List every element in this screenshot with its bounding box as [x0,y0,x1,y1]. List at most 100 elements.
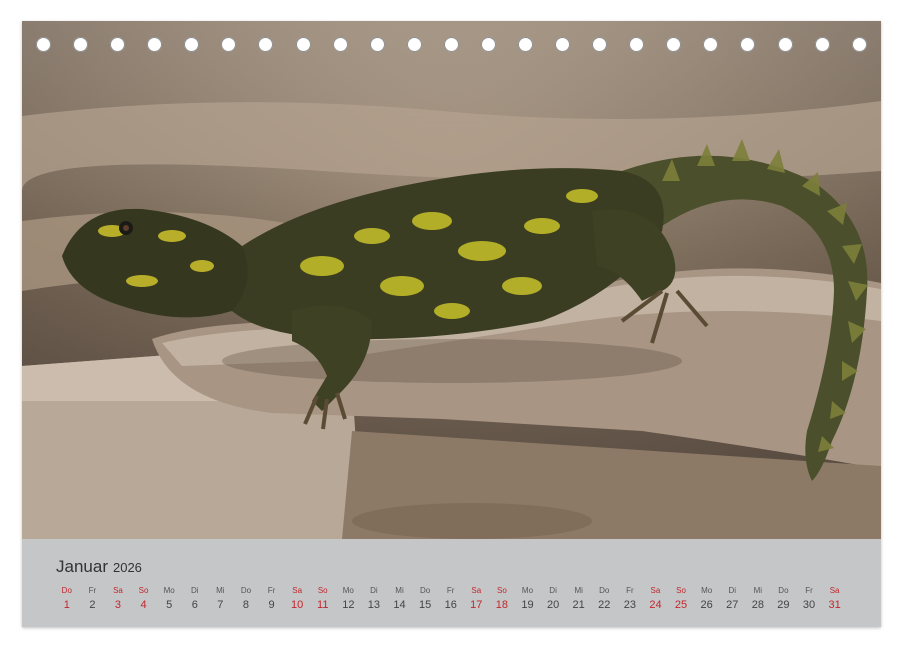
binding-hole [258,37,274,52]
weekday-label: Do [599,586,610,595]
binding-hole [221,37,237,52]
day-cell: Mi 7 [208,585,234,613]
day-row: Do 1 Fr 2 Sa 3 So 4 Mo 5 Di 6 Mi 7 Do 8 Fr 9 Sa 10 So 11 Mo 12 D… [54,585,854,613]
day-number: 15 [418,599,432,611]
day-number: 24 [649,599,662,611]
day-number: 11 [317,599,329,611]
weekday-label: Di [370,586,378,595]
day-number: 23 [623,599,636,611]
weekday-label: Sa [292,586,303,595]
weekday-label: Di [190,586,199,595]
day-number: 17 [470,599,483,611]
day-cell: Do 1 [54,585,80,613]
binding-hole [147,37,163,52]
day-number: 10 [291,599,304,611]
weekday-label: Mi [574,586,583,595]
weekday-label: Do [778,586,789,595]
day-number: 21 [572,599,585,611]
day-cell: Di 27 [719,585,745,613]
day-cell: Fr 23 [617,585,643,613]
day-number: 19 [521,599,534,611]
day-cell: So 25 [668,585,694,613]
binding-hole [518,37,534,52]
day-number: 8 [242,599,250,611]
day-number: 18 [495,599,509,611]
day-cell: Di 13 [361,585,387,613]
day-number: 25 [674,599,688,611]
binding-hole [629,37,645,52]
day-cell: Mo 19 [515,585,541,613]
weekday-label: Sa [650,586,661,595]
day-cell: Sa 24 [643,585,669,613]
weekday-label: Mi [395,586,404,595]
day-cell: Sa 10 [284,585,310,613]
binding-hole [184,37,200,52]
binding-hole [36,37,51,52]
day-number: 22 [598,599,611,611]
day-number: 13 [367,599,381,611]
day-cell: Fr 16 [438,585,464,613]
month-title: Januar 2026 [56,557,142,577]
day-number: 14 [393,599,406,611]
day-cell: Mo 26 [694,585,720,613]
month-name: Januar [56,557,108,576]
binding-hole [740,37,756,52]
binding-hole [332,37,348,52]
day-number: 16 [444,599,457,611]
binding-hole [110,37,126,52]
day-cell: Mo 12 [336,585,362,613]
day-number: 9 [268,599,275,611]
binding-hole [777,37,793,52]
day-cell: So 11 [310,585,336,613]
day-cell: Sa 31 [822,585,848,613]
weekday-label: Fr [88,586,97,595]
binding-hole [295,37,311,52]
day-cell: Do 8 [233,585,259,613]
weekday-label: Mi [753,586,763,595]
binding-hole [555,37,571,52]
day-number: 28 [751,599,764,611]
binding-hole [480,37,496,52]
binding-hole [73,37,89,52]
day-cell: Di 6 [182,585,208,613]
day-number: 20 [546,599,560,611]
day-cell: Fr 9 [259,585,285,613]
day-cell: Mi 14 [387,585,413,613]
binding-hole [443,37,459,52]
weekday-label: So [317,586,328,595]
day-number: 26 [700,599,713,611]
binding-hole [703,37,719,52]
day-number: 2 [89,599,96,611]
day-cell: Do 29 [771,585,797,613]
weekday-label: Sa [829,586,840,595]
day-number: 3 [114,599,122,611]
weekday-label: Mo [163,586,175,595]
weekday-label: Mi [216,586,225,595]
day-number: 27 [726,599,739,611]
weekday-label: Di [549,586,557,595]
lizard-photo-illustration [22,101,881,539]
calendar-photo [22,21,881,539]
day-number: 7 [217,599,224,611]
weekday-label: Fr [267,586,276,595]
weekday-label: Mo [701,586,713,595]
weekday-label: Di [728,586,737,595]
weekday-label: Do [419,586,431,595]
weekday-label: So [676,586,686,595]
binding-hole [851,37,867,52]
month-calendar-bar: Januar 2026 Do 1 Fr 2 Sa 3 So 4 Mo 5 Di 6 Mi 7 Do 8 Fr 9 Sa… [22,539,881,627]
day-cell: Di 20 [540,585,566,613]
day-number: 5 [166,599,173,611]
day-cell: Mi 28 [745,585,771,613]
day-cell: Sa 3 [105,585,131,613]
weekday-label: So [496,586,507,595]
day-cell: Mo 5 [156,585,182,613]
month-year: 2026 [112,560,142,575]
weekday-label: So [138,586,149,595]
weekday-label: Do [240,586,252,595]
calendar-page: Januar 2026 Do 1 Fr 2 Sa 3 So 4 Mo 5 Di 6 Mi 7 Do 8 Fr 9 Sa… [22,21,881,627]
day-number: 1 [63,599,70,611]
day-number: 12 [342,599,355,611]
day-number: 4 [140,599,147,611]
weekday-label: Fr [805,586,813,595]
